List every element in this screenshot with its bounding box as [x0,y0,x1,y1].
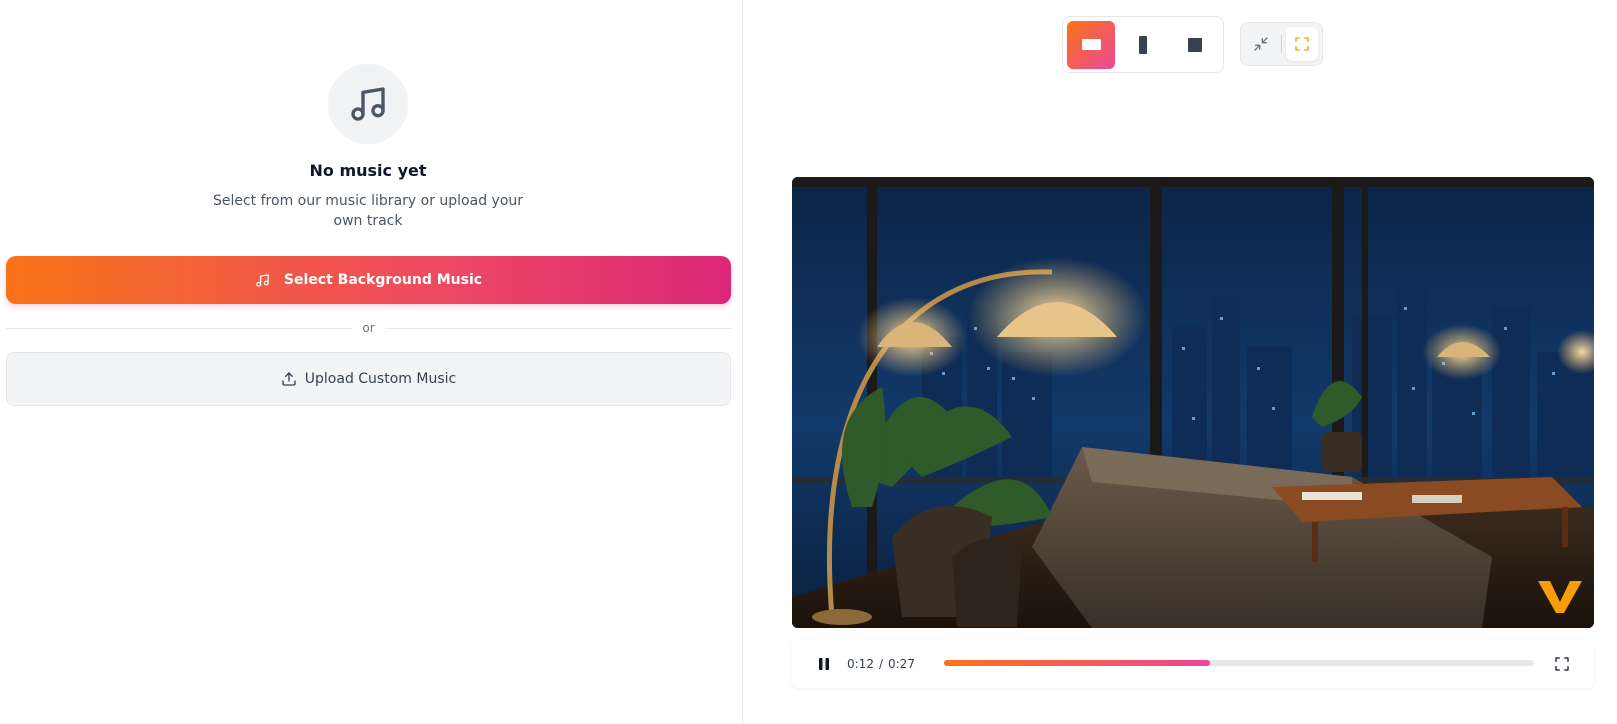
upload-icon [282,372,296,386]
select-background-music-button[interactable]: Select Background Music [6,256,731,304]
or-divider: or [6,319,731,337]
app-root: No music yet Select from our music libra… [0,0,1617,724]
square-ratio-icon [1188,37,1202,52]
expand-icon [1295,37,1309,51]
divider-text: or [362,321,375,335]
ratio-landscape-button[interactable] [1067,20,1115,69]
divider-line-left [6,327,353,329]
player-controls: 0:12 / 0:27 [792,640,1594,688]
fit-mode-fill-button[interactable] [1285,27,1318,61]
fit-mode-separator [1281,35,1282,53]
pause-icon [819,658,829,670]
fit-mode-fit-button[interactable] [1245,27,1277,61]
aspect-ratio-selector [1062,16,1224,73]
fit-mode-selector [1240,22,1323,66]
video-frame-image [792,177,1594,628]
select-background-music-label: Select Background Music [283,272,483,288]
portrait-ratio-icon [1139,35,1147,54]
time-separator: / [878,657,883,671]
pause-button[interactable] [814,654,834,674]
upload-custom-music-button[interactable]: Upload Custom Music [6,352,731,406]
fullscreen-icon [1555,657,1569,671]
fullscreen-button[interactable] [1552,654,1572,674]
video-preview[interactable] [792,177,1594,628]
empty-state-description: Select from our music library or upload … [212,193,524,229]
divider-line-right [384,327,731,329]
preview-panel: 0:12 / 0:27 [744,0,1617,724]
upload-custom-music-label: Upload Custom Music [304,371,457,387]
empty-music-illustration [328,64,408,144]
time-display: 0:12 / 0:27 [847,657,915,671]
progress-fill [944,660,1210,666]
brand-watermark-icon [1538,581,1582,613]
empty-state-title: No music yet [309,161,427,180]
progress-bar[interactable] [944,660,1534,666]
music-note-icon [351,87,385,121]
current-time: 0:12 [847,657,874,671]
minimize-icon [1254,37,1268,51]
music-panel: No music yet Select from our music libra… [0,0,743,724]
ratio-square-button[interactable] [1171,21,1219,69]
landscape-ratio-icon [1081,39,1101,50]
ratio-portrait-button[interactable] [1119,21,1167,69]
duration: 0:27 [888,657,915,671]
music-note-icon [256,273,269,287]
